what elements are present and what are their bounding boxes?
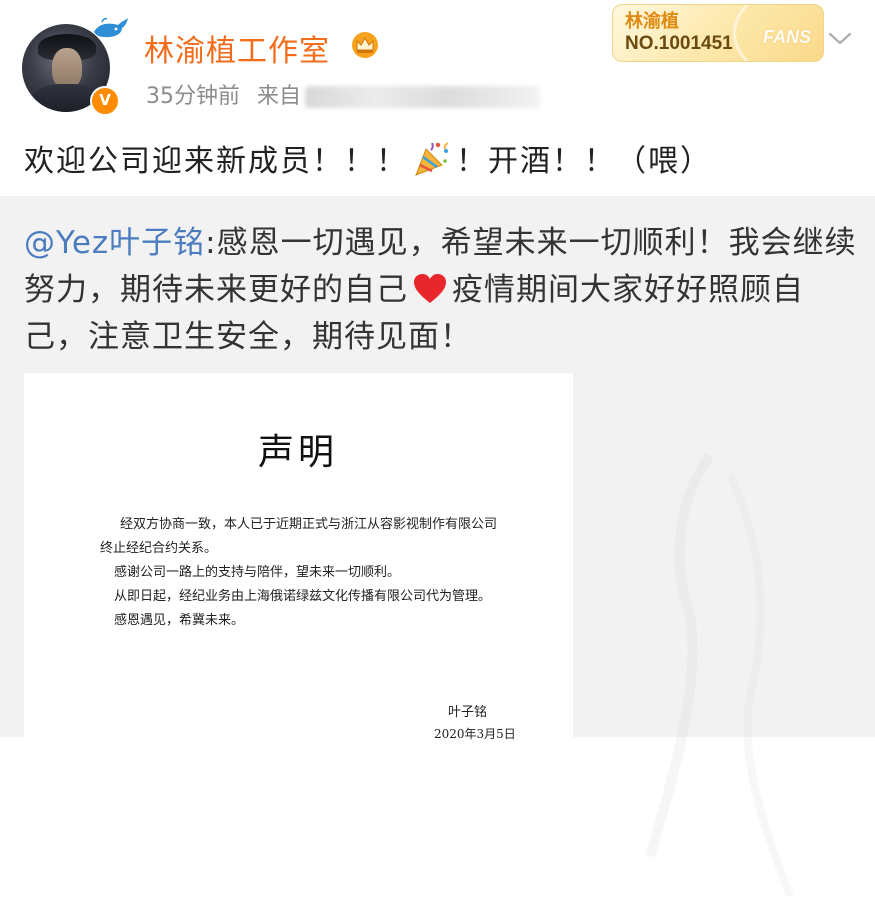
avatar[interactable]: V [18,16,128,116]
post-header: V 林渝植工作室 35分钟前 来自 林渝植 NO.1001451 FANS [0,0,875,118]
fans-badge-number: NO.1001451 [625,33,733,54]
document-title: 声明 [258,432,339,473]
red-heart-icon [414,274,446,303]
document-line: 经双方协商一致，本人已于近期正式与浙江从容影视制作有限公司 [120,517,498,532]
post-source-label: 来自 [257,84,302,109]
watermark-figure [645,453,794,898]
fans-badge-name: 林渝植 [625,11,679,32]
fans-badge[interactable]: 林渝植 NO.1001451 FANS [612,4,824,62]
mention-link[interactable]: @Yez叶子铭 [24,225,205,261]
chevron-down-icon[interactable] [826,28,854,48]
fans-badge-label: FANS [763,27,812,47]
post-meta: 35分钟前 来自 [146,78,541,110]
document-line: 终止经纪合约关系。 [100,541,218,556]
post-text-before: 欢迎公司迎来新成员！！！ [24,144,408,179]
repost-text: @Yez叶子铭:感恩一切遇见，希望未来一切顺利！我会继续努力，期待未来更好的自己… [24,220,860,361]
blurred-source [305,86,541,108]
document-signature: 叶子铭 [448,705,488,720]
verified-badge-icon: V [90,86,120,116]
document-date: 2020年3月5日 [434,727,516,741]
post-text: 欢迎公司迎来新成员！！！ ！开酒！！（喂） [24,136,712,180]
document-line: 感恩遇见，希冀未来。 [114,613,245,628]
statement-document-image[interactable]: 声明 经双方协商一致，本人已于近期正式与浙江从容影视制作有限公司 终止经纪合约关… [24,373,573,741]
post-time: 35分钟前 [146,84,240,109]
whale-avatar-pendant-icon [94,17,128,38]
crown-vip-icon[interactable] [350,30,380,58]
document-line: 从即日起，经纪业务由上海俄诺绿兹文化传播有限公司代为管理。 [114,589,492,604]
account-name[interactable]: 林渝植工作室 [144,26,330,70]
party-popper-icon [415,142,449,176]
post-text-after: ！开酒！！（喂） [456,144,712,179]
document-line: 感谢公司一路上的支持与陪伴，望未来一切顺利。 [114,565,401,580]
document-body: 经双方协商一致，本人已于近期正式与浙江从容影视制作有限公司 终止经纪合约关系。 … [100,513,520,633]
